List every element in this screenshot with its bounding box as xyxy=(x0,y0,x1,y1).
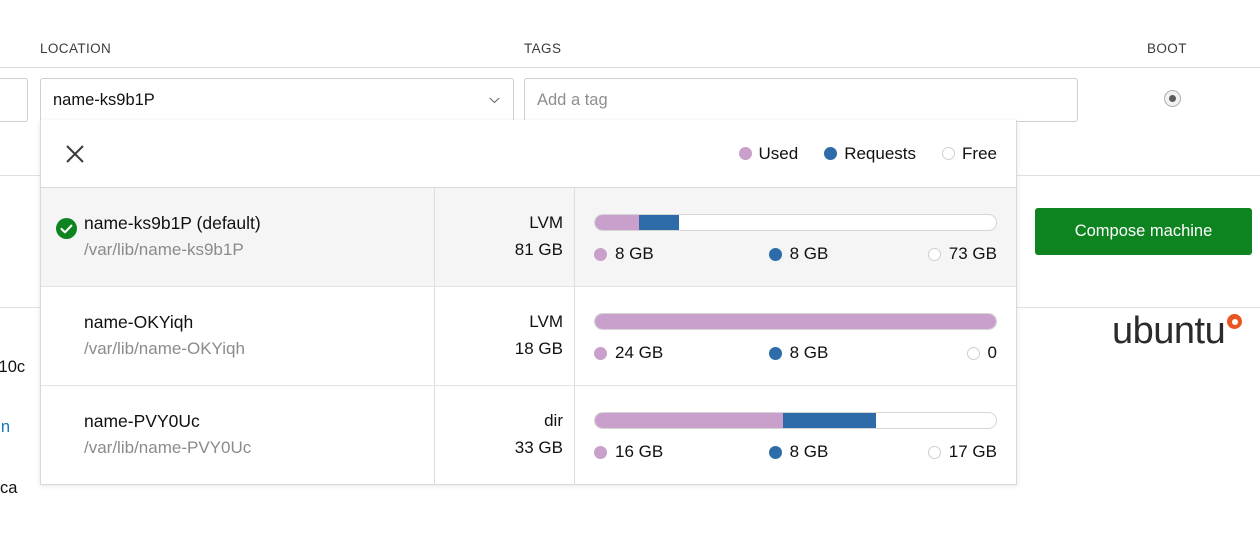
column-header-location: LOCATION xyxy=(40,41,112,56)
usage-requests: 8 GB xyxy=(726,244,864,264)
pool-name: name-PVY0Uc xyxy=(84,411,200,431)
usage-requests-label: 8 GB xyxy=(789,442,829,461)
pool-type: LVM xyxy=(529,312,563,331)
usage-free-label: 73 GB xyxy=(948,244,997,263)
close-icon[interactable] xyxy=(64,143,86,165)
pool-type-cell: dir 33 GB xyxy=(434,386,574,484)
requests-dot-icon xyxy=(768,445,782,459)
check-circle-icon xyxy=(56,218,77,239)
column-header-tags: TAGS xyxy=(524,41,562,56)
usage-bar-used-segment xyxy=(595,215,640,230)
usage-bar-requests-segment xyxy=(639,215,680,230)
clipped-text-link[interactable]: ion xyxy=(0,418,10,437)
pool-type-cell: LVM 81 GB xyxy=(434,188,574,286)
usage-used-label: 8 GB xyxy=(615,244,654,263)
pool-path: /var/lib/name-PVY0Uc xyxy=(84,438,252,457)
screen-root: LOCATION TAGS BOOT name-ks9b1P Add a tag… xyxy=(0,0,1260,547)
storage-pool-row[interactable]: name-PVY0Uc /var/lib/name-PVY0Uc dir 33 … xyxy=(41,386,1016,484)
usage-free: 17 GB xyxy=(865,442,997,462)
usage-used: 24 GB xyxy=(594,343,726,363)
pool-usage-cell: 24 GB 8 GB 0 xyxy=(574,287,1016,385)
pool-path: /var/lib/name-OKYiqh xyxy=(84,339,245,358)
usage-free-label: 0 xyxy=(987,343,997,362)
requests-dot-icon xyxy=(824,147,838,160)
radio-selected-icon xyxy=(1169,95,1176,102)
used-dot-icon xyxy=(594,445,607,459)
usage-requests: 8 GB xyxy=(726,442,864,462)
usage-used-label: 24 GB xyxy=(615,343,664,362)
usage-used: 16 GB xyxy=(594,442,726,462)
usage-values: 16 GB 8 GB 17 GB xyxy=(594,442,997,462)
column-header-boot: BOOT xyxy=(1147,41,1187,56)
usage-used: 8 GB xyxy=(594,244,726,264)
legend-item-requests: Requests xyxy=(824,144,916,164)
usage-free: 73 GB xyxy=(865,244,997,264)
usage-bar-used-segment xyxy=(595,413,784,428)
legend-label-used: Used xyxy=(758,143,799,163)
free-dot-icon xyxy=(927,445,941,459)
pool-path: /var/lib/name-ks9b1P xyxy=(84,240,244,259)
usage-bar-requests-segment xyxy=(783,413,876,428)
used-dot-icon xyxy=(594,346,607,360)
usage-requests: 8 GB xyxy=(726,343,864,363)
pool-size: 33 GB xyxy=(514,438,563,457)
free-dot-icon xyxy=(927,247,941,261)
legend-item-used: Used xyxy=(738,143,799,164)
pool-size: 81 GB xyxy=(514,240,563,259)
pool-usage-cell: 16 GB 8 GB 17 GB xyxy=(574,386,1016,484)
ubuntu-logo: ubuntu xyxy=(1112,310,1243,353)
pool-type: dir xyxy=(544,411,563,430)
legend-item-free: Free xyxy=(942,144,997,164)
usage-bar xyxy=(594,313,997,330)
usage-values: 8 GB 8 GB 73 GB xyxy=(594,244,997,264)
requests-dot-icon xyxy=(768,346,782,360)
usage-used-label: 16 GB xyxy=(615,442,664,461)
usage-requests-label: 8 GB xyxy=(789,244,829,263)
pool-name-cell: name-ks9b1P (default) /var/lib/name-ks9b… xyxy=(41,188,434,286)
pool-name-cell: name-PVY0Uc /var/lib/name-PVY0Uc xyxy=(41,386,434,484)
usage-values: 24 GB 8 GB 0 xyxy=(594,343,997,363)
free-dot-icon xyxy=(942,147,956,160)
header-divider xyxy=(0,67,1260,68)
chart-legend: Used Requests Free xyxy=(738,143,997,164)
chevron-down-icon xyxy=(488,94,501,107)
legend-label-free: Free xyxy=(962,143,997,163)
pool-usage-cell: 8 GB 8 GB 73 GB xyxy=(574,188,1016,286)
pool-type-cell: LVM 18 GB xyxy=(434,287,574,385)
usage-bar xyxy=(594,412,997,429)
storage-pool-row[interactable]: name-OKYiqh /var/lib/name-OKYiqh LVM 18 … xyxy=(41,287,1016,386)
usage-bar-used-segment xyxy=(595,314,996,329)
usage-free: 0 xyxy=(865,343,997,363)
tags-input[interactable]: Add a tag xyxy=(524,78,1078,122)
used-dot-icon xyxy=(594,247,607,261)
ubuntu-circle-of-friends-icon xyxy=(1227,314,1243,329)
used-dot-icon xyxy=(738,147,752,160)
clipped-text-hash: f110c xyxy=(0,358,26,376)
pool-type: LVM xyxy=(529,213,563,232)
pool-size: 18 GB xyxy=(514,339,563,358)
usage-requests-label: 8 GB xyxy=(789,343,829,362)
storage-pool-dropdown-panel: Used Requests Free name-ks9b1P (default)… xyxy=(40,120,1017,485)
free-dot-icon xyxy=(966,346,980,360)
pool-name: name-OKYiqh xyxy=(84,312,194,332)
legend-label-requests: Requests xyxy=(844,143,917,163)
location-select-value: name-ks9b1P xyxy=(53,90,155,109)
pool-name: name-ks9b1P (default) xyxy=(84,213,261,233)
ubuntu-wordmark-text: ubuntu xyxy=(1112,310,1226,352)
panel-header: Used Requests Free xyxy=(41,120,1016,188)
boot-radio[interactable] xyxy=(1164,90,1181,107)
storage-pool-row[interactable]: name-ks9b1P (default) /var/lib/name-ks9b… xyxy=(41,188,1016,287)
clipped-left-input[interactable] xyxy=(0,78,28,122)
usage-bar xyxy=(594,214,997,231)
usage-free-label: 17 GB xyxy=(948,442,997,461)
requests-dot-icon xyxy=(768,247,782,261)
pool-name-cell: name-OKYiqh /var/lib/name-OKYiqh xyxy=(41,287,434,385)
location-select[interactable]: name-ks9b1P xyxy=(40,78,514,122)
compose-machine-button[interactable]: Compose machine xyxy=(1035,208,1252,255)
clipped-text-canonical: onica xyxy=(0,479,18,497)
